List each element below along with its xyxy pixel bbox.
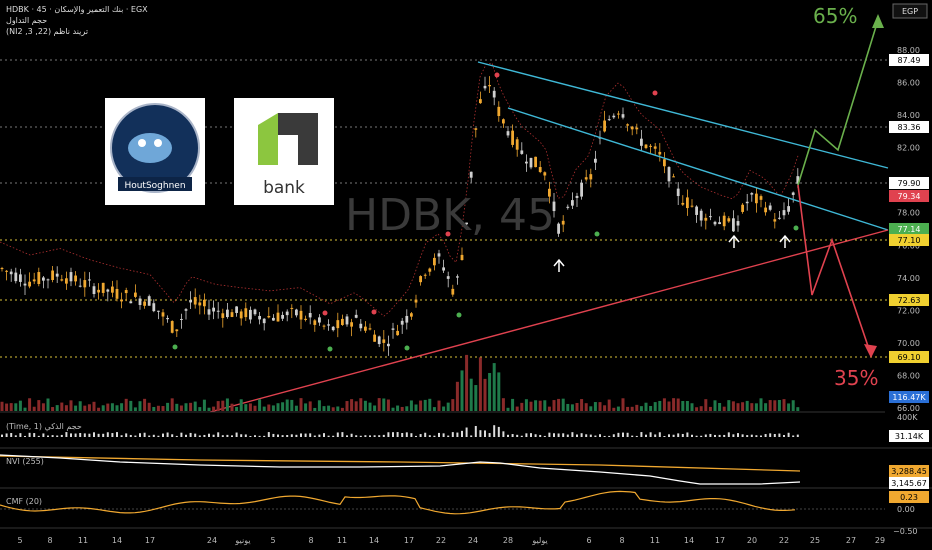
time-axis-tick: 22: [779, 536, 789, 545]
currency-badge-text: EGP: [902, 7, 918, 16]
cmf-value: 0.23: [900, 493, 918, 502]
price-tick: 68.00: [897, 371, 920, 380]
time-pane-label: (Time, 1) حجم الذكي: [6, 422, 82, 431]
price-tick: 70.00: [897, 339, 920, 348]
time-axis-tick: 20: [747, 536, 757, 545]
time-axis-tick: 8: [47, 536, 52, 545]
price-tick: 82.00: [897, 144, 920, 153]
price-level-badge: 69.10: [898, 353, 921, 362]
time-axis-tick: 14: [684, 536, 694, 545]
time-axis-tick: 5: [17, 536, 22, 545]
price-tick: 72.00: [897, 306, 920, 315]
volume-label: حجم التداول: [6, 16, 47, 25]
cmf-tick-zero: 0.00: [897, 505, 915, 514]
bank-logo-text: bank: [263, 178, 305, 198]
time-axis-tick: 8: [308, 536, 313, 545]
time-axis-tick: 29: [875, 536, 885, 545]
houtsoghnen-logo-text: HoutSoghnen: [124, 181, 185, 191]
nvi-value-2: 3,145.67: [891, 479, 927, 488]
price-level-badge: 116.47K: [892, 393, 926, 402]
price-level-badge: 77.10: [898, 236, 921, 245]
time-axis-tick: 25: [810, 536, 820, 545]
price-level-badge: 83.36: [898, 123, 921, 132]
price-tick: 84.00: [897, 111, 920, 120]
time-axis-tick: 22: [436, 536, 446, 545]
cmf-pane-label: CMF (20): [6, 497, 42, 506]
nvi-value-1: 3,288.45: [891, 467, 927, 476]
time-axis-tick: 11: [337, 536, 347, 545]
price-tick: 78.00: [897, 209, 920, 218]
time-axis-tick: 5: [270, 536, 275, 545]
cmf-tick-neg: −0.50: [893, 527, 918, 536]
time-axis-tick: 28: [503, 536, 513, 545]
time-axis-tick: 11: [78, 536, 88, 545]
indicator-label[interactable]: (NI2 ,3 ,22) تريند ناظم: [6, 27, 88, 36]
houtsoghnen-logo: HoutSoghnen: [105, 98, 205, 205]
bank-logo: bank: [234, 98, 334, 205]
time-axis-tick: 24: [207, 536, 217, 545]
time-axis-tick: 24: [468, 536, 478, 545]
upside-target-label: 65%: [813, 4, 857, 28]
price-level-badge: 79.90: [898, 179, 921, 188]
symbol-header[interactable]: HDBK · 45 · بنك التعمير والإسكان · EGX: [6, 5, 148, 15]
time-axis-tick: 27: [846, 536, 856, 545]
time-axis-tick: 14: [369, 536, 379, 545]
price-tick: 88.00: [897, 46, 920, 55]
price-level-badge: 79.34: [898, 192, 921, 201]
price-level-badge: 77.14: [898, 225, 921, 234]
chart-canvas[interactable]: HDBK, 45 HoutSoghnen bank 65% 35% HDBK ·…: [0, 0, 932, 550]
downside-target-label: 35%: [834, 366, 878, 390]
price-tick: 74.00: [897, 274, 920, 283]
time-pane-tick: 400K: [897, 413, 918, 422]
time-pane-value: 31.14K: [895, 432, 924, 441]
nvi-pane-label: NVI (255): [6, 457, 44, 466]
price-level-badge: 87.49: [898, 56, 921, 65]
time-axis-tick: 17: [404, 536, 414, 545]
price-tick: 86.00: [897, 79, 920, 88]
symbol-watermark: HDBK, 45: [345, 190, 555, 241]
time-axis-tick: 6: [586, 536, 591, 545]
time-axis-tick: يونيو: [234, 536, 250, 545]
time-axis-tick: 8: [619, 536, 624, 545]
time-axis-tick: 17: [715, 536, 725, 545]
time-axis-tick: يوليو: [531, 536, 547, 545]
time-axis-tick: 14: [112, 536, 122, 545]
time-axis-tick: 11: [650, 536, 660, 545]
time-axis-tick: 17: [145, 536, 155, 545]
price-tick: 66.00: [897, 404, 920, 413]
price-level-badge: 72.63: [898, 296, 921, 305]
